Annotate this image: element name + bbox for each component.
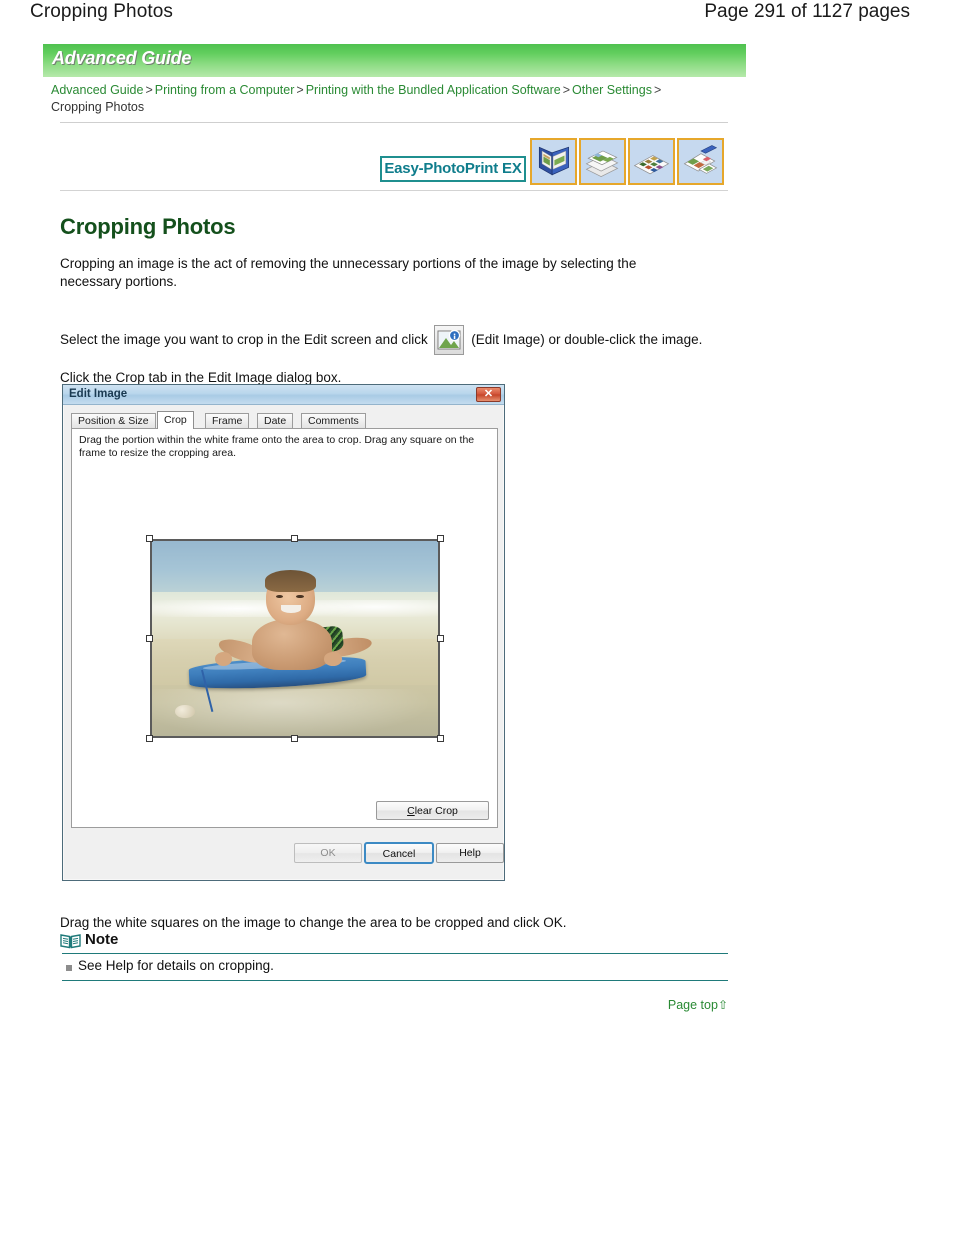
layout-print-icon[interactable] [677, 138, 724, 185]
clear-crop-label: lear Crop [414, 805, 458, 817]
tab-position-and-size[interactable]: Position & Size [71, 413, 156, 428]
crop-handle-bottom-right[interactable] [437, 735, 444, 742]
banner-label: Advanced Guide [52, 48, 192, 68]
page-title: Cropping Photos [30, 1, 174, 22]
breadcrumb-item-current: Cropping Photos [51, 100, 145, 114]
breadcrumb-item-other-settings[interactable]: Other Settings [572, 83, 652, 97]
advanced-guide-banner: Advanced Guide [43, 44, 746, 77]
edit-image-dialog: Edit Image ✕ Position & Size Crop Frame … [62, 384, 505, 881]
crop-handle-bottom-center[interactable] [291, 735, 298, 742]
edit-image-icon [434, 324, 465, 355]
album-icon-glyph [538, 146, 569, 176]
select-image-text-before: Select the image you want to crop in the… [60, 331, 428, 347]
crop-handle-middle-right[interactable] [437, 634, 444, 642]
arrow-up-icon: ⇧ [717, 998, 728, 1012]
tab-frame[interactable]: Frame [205, 413, 250, 428]
breadcrumb-item-printing-with-bundled-software[interactable]: Printing with the Bundled Application So… [306, 83, 561, 97]
breadcrumb-separator: > [145, 83, 153, 97]
intro-paragraph: Cropping an image is the act of removing… [60, 255, 637, 289]
layout-print-icon-glyph [683, 145, 718, 174]
clear-crop-button[interactable]: Clear Crop [376, 801, 489, 820]
note-rule-bottom [62, 980, 728, 981]
tab-crop[interactable]: Crop [157, 411, 194, 429]
main-heading: Cropping Photos [60, 213, 236, 239]
photo-print-icon[interactable] [579, 138, 626, 185]
crop-tab-panel: Drag the portion within the white frame … [71, 428, 498, 828]
ok-button[interactable]: OK [294, 843, 362, 863]
breadcrumb-item-advanced-guide[interactable]: Advanced Guide [51, 83, 143, 97]
close-icon-glyph: ✕ [483, 388, 494, 400]
note-heading: Note [85, 931, 119, 948]
close-icon[interactable]: ✕ [476, 387, 501, 402]
breadcrumb: Advanced Guide > Printing from a Computer >… [51, 82, 741, 116]
photo-print-icon-glyph [585, 150, 619, 178]
crop-handle-middle-left[interactable] [146, 634, 153, 642]
select-image-text-after: (Edit Image) or double-click the image. [471, 331, 703, 347]
crop-handle-top-right[interactable] [437, 535, 444, 542]
page-header: Cropping Photos Page 291 of 1127 pages [0, 0, 954, 32]
album-icon[interactable] [530, 138, 577, 185]
crop-instructions: Drag the portion within the white frame … [79, 434, 475, 459]
easy-photoprint-ex-logo: Easy-PhotoPrint EX [380, 156, 526, 182]
dialog-title: Edit Image [69, 388, 128, 400]
help-button[interactable]: Help [436, 843, 504, 863]
breadcrumb-separator: > [296, 83, 304, 97]
dialog-footer: OK Cancel Help [63, 834, 504, 881]
crop-selection-frame[interactable] [150, 539, 440, 738]
clear-crop-accesskey: C [407, 805, 415, 817]
note-rule-top [62, 953, 728, 954]
breadcrumb-separator: > [653, 83, 662, 97]
tab-comments[interactable]: Comments [301, 413, 366, 428]
breadcrumb-item-printing-from-a-computer[interactable]: Printing from a Computer [155, 83, 295, 97]
drag-squares-paragraph: Drag the white squares on the image to c… [60, 914, 567, 930]
logo-text: Easy-PhotoPrint EX [384, 160, 522, 177]
book-icon-glyph [60, 934, 81, 949]
crop-handle-bottom-left[interactable] [146, 735, 153, 742]
dialog-titlebar[interactable]: Edit Image ✕ [63, 385, 504, 405]
page-top-link[interactable]: Page top⇧ [668, 998, 728, 1012]
select-image-paragraph: Select the image you want to crop in the… [60, 324, 720, 355]
note-bullet-icon [66, 965, 72, 971]
page-top-label: Page top [667, 998, 718, 1012]
crop-handle-top-center[interactable] [291, 535, 298, 542]
page-number: Page 291 of 1127 pages [704, 1, 910, 22]
index-print-icon[interactable] [628, 138, 675, 185]
tab-date[interactable]: Date [257, 413, 294, 428]
note-item: See Help for details on cropping. [78, 958, 274, 973]
edit-image-icon-glyph [437, 329, 461, 349]
crop-handle-top-left[interactable] [146, 535, 153, 542]
product-bar: Easy-PhotoPrint EX [380, 138, 732, 188]
crop-preview-area[interactable] [146, 535, 444, 742]
breadcrumb-separator: > [562, 83, 571, 97]
book-icon [60, 933, 81, 949]
product-bar-divider [60, 190, 728, 191]
cancel-button[interactable]: Cancel [364, 842, 434, 864]
header-divider [60, 122, 728, 123]
index-print-icon-glyph [633, 155, 670, 175]
dialog-tabstrip: Position & Size Crop Frame Date Comments [71, 411, 498, 429]
